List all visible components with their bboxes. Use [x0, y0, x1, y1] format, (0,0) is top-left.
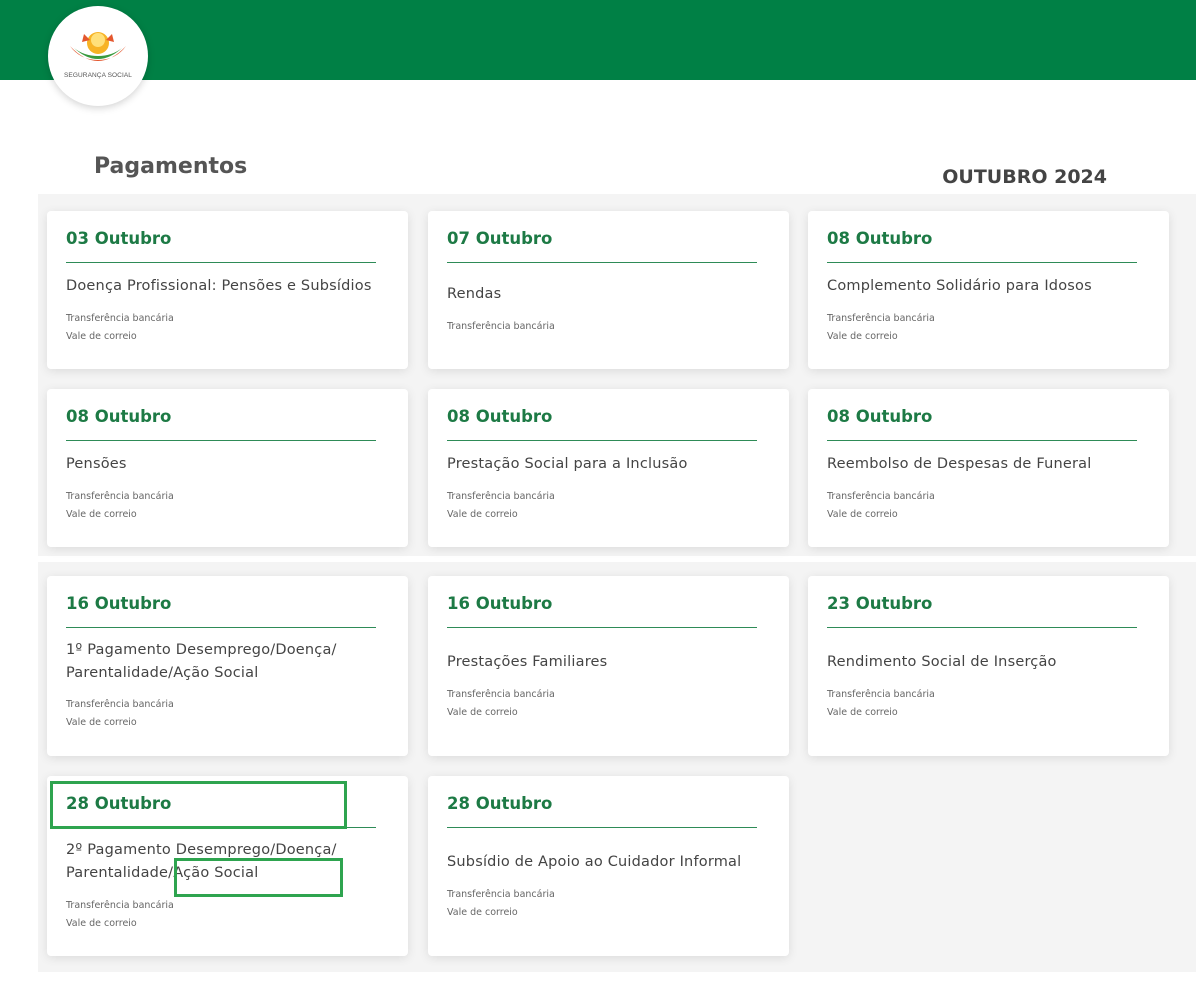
- payment-date: 07 Outubro: [447, 229, 553, 248]
- payment-card[interactable]: 07 Outubro Rendas Transferência bancária: [428, 211, 789, 369]
- payment-methods: Transferência bancária Vale de correio: [447, 889, 555, 918]
- payment-card[interactable]: 03 Outubro Doença Profissional: Pensões …: [47, 211, 408, 369]
- sun-logo-icon: [70, 32, 126, 61]
- payment-date: 08 Outubro: [827, 229, 933, 248]
- payment-title: Doença Profissional: Pensões e Subsídios: [66, 278, 372, 294]
- payment-date: 16 Outubro: [66, 594, 172, 613]
- payment-card[interactable]: 08 Outubro Complemento Solidário para Id…: [808, 211, 1169, 369]
- payment-card[interactable]: 16 Outubro Prestações Familiares Transfe…: [428, 576, 789, 756]
- divider: [66, 440, 376, 441]
- payment-methods: Transferência bancária Vale de correio: [66, 313, 174, 342]
- payment-card[interactable]: 08 Outubro Reembolso de Despesas de Fune…: [808, 389, 1169, 547]
- payment-methods: Transferência bancária Vale de correio: [827, 313, 935, 342]
- payment-card[interactable]: 28 Outubro Subsídio de Apoio ao Cuidador…: [428, 776, 789, 956]
- divider: [66, 262, 376, 263]
- payment-date: 08 Outubro: [827, 407, 933, 426]
- payment-card[interactable]: 08 Outubro Prestação Social para a Inclu…: [428, 389, 789, 547]
- payment-methods: Transferência bancária Vale de correio: [66, 900, 174, 929]
- month-label: OUTUBRO 2024: [942, 166, 1107, 188]
- divider: [827, 262, 1137, 263]
- header-bar: [0, 0, 1196, 80]
- payment-title: Prestação Social para a Inclusão: [447, 456, 688, 472]
- payment-date: 28 Outubro: [447, 794, 553, 813]
- payment-title: Rendas: [447, 286, 502, 302]
- payment-title: Rendimento Social de Inserção: [827, 654, 1057, 670]
- divider: [827, 627, 1137, 628]
- divider: [447, 827, 757, 828]
- seguranca-social-logo[interactable]: SEGURANÇA SOCIAL: [48, 6, 148, 106]
- payment-methods: Transferência bancária Vale de correio: [827, 689, 935, 718]
- payment-title: Pensões: [66, 456, 127, 472]
- payment-methods: Transferência bancária Vale de correio: [827, 491, 935, 520]
- payment-methods: Transferência bancária Vale de correio: [447, 689, 555, 718]
- payment-date: 23 Outubro: [827, 594, 933, 613]
- divider: [447, 262, 757, 263]
- payment-date: 16 Outubro: [447, 594, 553, 613]
- payment-title: Complemento Solidário para Idosos: [827, 278, 1092, 294]
- logo-label: SEGURANÇA SOCIAL: [63, 72, 133, 79]
- payment-title: Prestações Familiares: [447, 654, 608, 670]
- divider: [447, 440, 757, 441]
- payment-card[interactable]: 23 Outubro Rendimento Social de Inserção…: [808, 576, 1169, 756]
- payment-methods: Transferência bancária Vale de correio: [66, 699, 174, 728]
- divider: [66, 627, 376, 628]
- highlight-box-date: [50, 781, 347, 829]
- payment-title: Reembolso de Despesas de Funeral: [827, 456, 1092, 472]
- highlight-box-acao-social: [174, 858, 343, 897]
- payment-methods: Transferência bancária: [447, 321, 555, 332]
- divider: [827, 440, 1137, 441]
- payment-title: 1º Pagamento Desemprego/Doença/ Parental…: [66, 642, 337, 681]
- payment-card[interactable]: 08 Outubro Pensões Transferência bancári…: [47, 389, 408, 547]
- payment-title: Subsídio de Apoio ao Cuidador Informal: [447, 854, 742, 870]
- page-title: Pagamentos: [94, 154, 248, 179]
- divider: [447, 627, 757, 628]
- payment-date: 08 Outubro: [447, 407, 553, 426]
- payment-date: 08 Outubro: [66, 407, 172, 426]
- payment-card[interactable]: 16 Outubro 1º Pagamento Desemprego/Doenç…: [47, 576, 408, 756]
- payment-methods: Transferência bancária Vale de correio: [66, 491, 174, 520]
- payment-methods: Transferência bancária Vale de correio: [447, 491, 555, 520]
- payment-date: 03 Outubro: [66, 229, 172, 248]
